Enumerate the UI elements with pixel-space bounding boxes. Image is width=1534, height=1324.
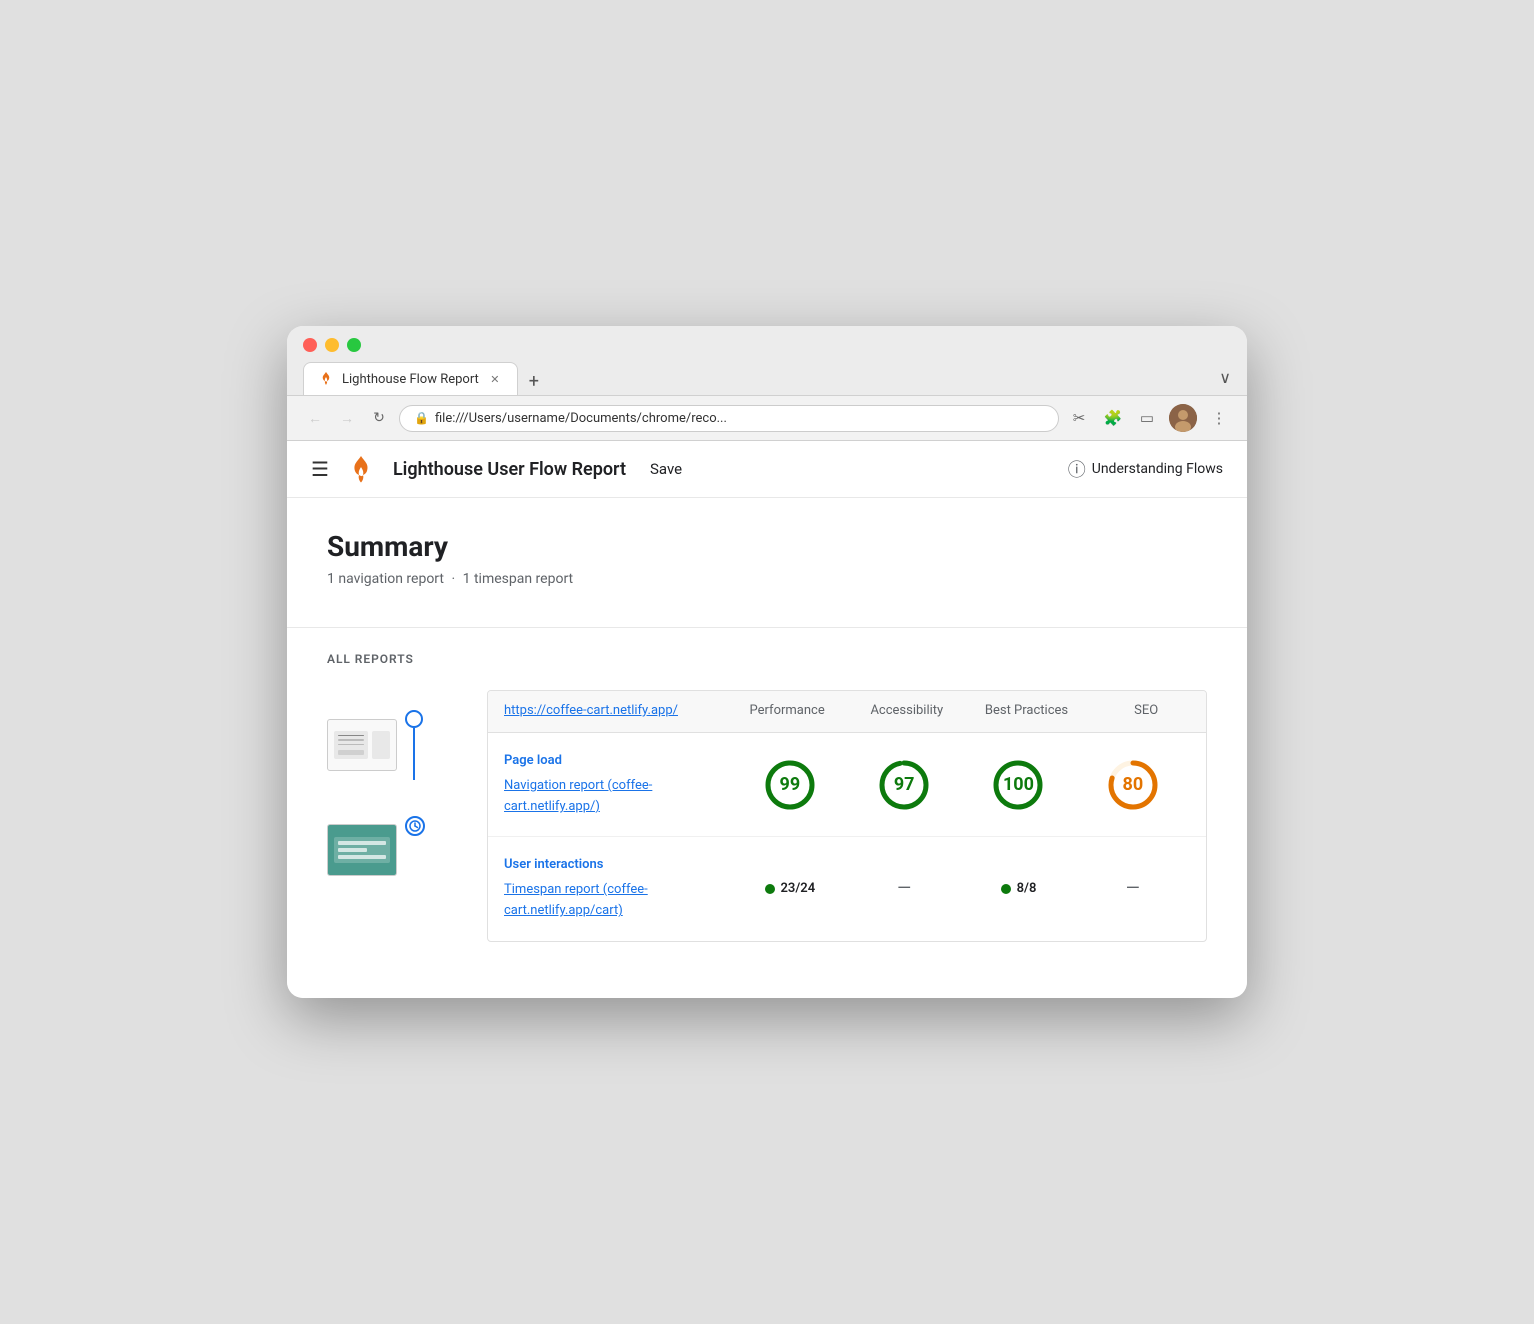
timespan-best-practices-cell: 8/8 (961, 881, 1075, 896)
score-circle-80: 80 (1105, 757, 1161, 813)
tab-title: Lighthouse Flow Report (342, 372, 479, 387)
header-accessibility: Accessibility (847, 691, 967, 732)
nav-accessibility-cell: 97 (847, 757, 961, 813)
flow-line-1 (413, 728, 415, 780)
nav-flow-dot (405, 710, 423, 728)
timespan-report-link[interactable]: Timespan report (coffee-cart.netlify.app… (504, 882, 648, 918)
new-tab-button[interactable]: + (520, 367, 548, 395)
score-circle-99: 99 (762, 757, 818, 813)
timespan-thumbnail (327, 824, 397, 876)
tab-bar: Lighthouse Flow Report ✕ + ∨ (303, 362, 1231, 395)
save-button[interactable]: Save (650, 460, 682, 478)
score-value-100: 100 (1003, 774, 1034, 795)
url-bar[interactable]: 🔒 file:///Users/username/Documents/chrom… (399, 405, 1059, 432)
thumb-nav-left (334, 731, 368, 759)
table-header: https://coffee-cart.netlify.app/ Perform… (488, 691, 1206, 733)
understanding-label: Understanding Flows (1092, 461, 1223, 477)
flow-row-1 (327, 690, 487, 800)
pill-value-2324: 23/24 (781, 881, 816, 896)
reports-table-wrapper: https://coffee-cart.netlify.app/ Perform… (487, 690, 1207, 942)
connector-2 (405, 800, 425, 900)
dash-2: — (1126, 878, 1140, 899)
menu-icon[interactable]: ☰ (311, 457, 329, 481)
timespan-accessibility-cell: — (847, 878, 961, 899)
reports-layout: https://coffee-cart.netlify.app/ Perform… (327, 690, 1207, 942)
timespan-row-label-cell: User interactions Timespan report (coffe… (504, 857, 733, 920)
nav-seo-cell: 80 (1076, 757, 1190, 813)
nav-best-practices-cell: 100 (961, 757, 1075, 813)
table-row: Page load Navigation report (coffee-cart… (488, 733, 1206, 837)
score-pill-88: 8/8 (1001, 881, 1037, 896)
nav-performance-cell: 99 (733, 757, 847, 813)
pill-value-88: 8/8 (1017, 881, 1037, 896)
lock-icon: 🔒 (414, 411, 429, 425)
tab-overflow-button[interactable]: ∨ (1219, 368, 1231, 395)
reload-button[interactable]: ↻ (367, 406, 391, 430)
score-circle-100: 100 (990, 757, 1046, 813)
header-seo: SEO (1086, 691, 1206, 732)
header-best-practices: Best Practices (967, 691, 1087, 732)
address-bar: ← → ↻ 🔒 file:///Users/username/Documents… (287, 396, 1247, 441)
main-content: Summary 1 navigation report · 1 timespan… (287, 498, 1247, 998)
lighthouse-logo (345, 453, 377, 485)
flow-row-2 (327, 800, 487, 900)
understanding-flows-button[interactable]: ⓘ Understanding Flows (1068, 456, 1223, 482)
score-pill-2324: 23/24 (765, 881, 816, 896)
all-reports-label: ALL REPORTS (327, 652, 1207, 666)
timespan-type-label: User interactions (504, 857, 733, 872)
maximize-button[interactable] (347, 338, 361, 352)
title-bar: Lighthouse Flow Report ✕ + ∨ (287, 326, 1247, 396)
active-tab[interactable]: Lighthouse Flow Report ✕ (303, 362, 518, 395)
timespan-thumb-content (328, 825, 396, 875)
timespan-flow-clock (405, 816, 425, 836)
app-header: ☰ Lighthouse User Flow Report Save ⓘ Und… (287, 441, 1247, 498)
nav-report-link[interactable]: Navigation report (coffee-cart.netlify.a… (504, 778, 652, 814)
score-value-80: 80 (1123, 774, 1144, 795)
flow-column (327, 690, 487, 942)
tab-close-button[interactable]: ✕ (487, 371, 503, 387)
tab-favicon (318, 371, 334, 387)
url-text: file:///Users/username/Documents/chrome/… (435, 411, 727, 426)
traffic-lights (303, 338, 1231, 352)
table-row: User interactions Timespan report (coffe… (488, 837, 1206, 940)
browser-window: Lighthouse Flow Report ✕ + ∨ ← → ↻ 🔒 fil… (287, 326, 1247, 998)
pill-dot (765, 884, 775, 894)
header-url-cell: https://coffee-cart.netlify.app/ (488, 691, 727, 732)
minimize-button[interactable] (325, 338, 339, 352)
scissors-icon[interactable]: ✂ (1067, 406, 1091, 430)
extensions-icon[interactable]: 🧩 (1101, 406, 1125, 430)
header-url-link[interactable]: https://coffee-cart.netlify.app/ (504, 703, 678, 718)
section-divider (287, 627, 1247, 628)
pill-dot-2 (1001, 884, 1011, 894)
score-value-99: 99 (780, 774, 801, 795)
summary-subtitle: 1 navigation report · 1 timespan report (327, 571, 1207, 587)
nav-type-label: Page load (504, 753, 733, 768)
forward-button[interactable]: → (335, 406, 359, 430)
more-options-icon[interactable]: ⋮ (1207, 406, 1231, 430)
help-icon: ⓘ (1068, 456, 1086, 482)
nav-row-label-cell: Page load Navigation report (coffee-cart… (504, 753, 733, 816)
header-performance: Performance (727, 691, 847, 732)
summary-title: Summary (327, 530, 1207, 563)
app-title: Lighthouse User Flow Report (393, 459, 626, 480)
nav-thumbnail (327, 719, 397, 771)
dash-1: — (897, 878, 911, 899)
score-value-97: 97 (894, 774, 915, 795)
avatar[interactable] (1169, 404, 1197, 432)
thumb-nav-right (372, 731, 390, 759)
connector-1 (405, 690, 423, 800)
back-button[interactable]: ← (303, 406, 327, 430)
address-actions: ✂ 🧩 ▭ ⋮ (1067, 404, 1231, 432)
close-button[interactable] (303, 338, 317, 352)
nav-thumb-content (328, 720, 396, 770)
timespan-performance-cell: 23/24 (733, 881, 847, 896)
split-view-icon[interactable]: ▭ (1135, 406, 1159, 430)
timespan-seo-cell: — (1076, 878, 1190, 899)
score-circle-97: 97 (876, 757, 932, 813)
